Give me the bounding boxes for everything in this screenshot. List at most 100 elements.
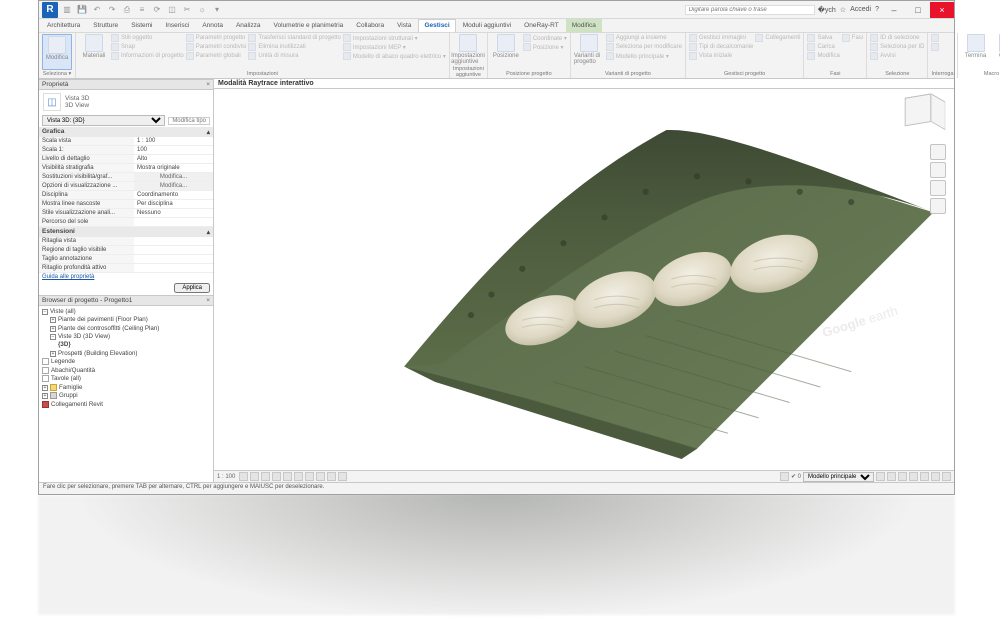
ribbon-item[interactable]: Impostazioni MEP ▾ <box>343 43 446 51</box>
ribbon-tab-strutture[interactable]: Strutture <box>87 19 124 32</box>
instance-filter-select[interactable]: Vista 3D: {3D} <box>42 115 165 126</box>
ribbon-item[interactable]: Gestisci immagini <box>689 34 753 42</box>
ribbon-item[interactable]: Vista iniziale <box>689 52 753 60</box>
property-section-header[interactable]: Grafica▴ <box>39 127 213 137</box>
ribbon-item[interactable]: Tipi di decalcomanie <box>689 43 753 51</box>
ribbon-tab-sistemi[interactable]: Sistemi <box>125 19 158 32</box>
qat-render-icon[interactable]: ☼ <box>196 4 208 16</box>
qat-3d-icon[interactable]: ◫ <box>166 4 178 16</box>
ribbon-item[interactable]: Coordinate ▾ <box>523 34 567 42</box>
apply-button[interactable]: Applica <box>174 283 210 293</box>
ribbon-item[interactable]: Snap <box>111 43 184 51</box>
ribbon-tab-gestisci[interactable]: Gestisci <box>418 19 455 32</box>
favorite-icon[interactable]: ☆ <box>840 6 846 14</box>
face-icon[interactable] <box>920 472 929 481</box>
ribbon-item[interactable]: Collegamenti <box>755 34 800 42</box>
design-option-select[interactable]: Modello principale <box>803 472 874 482</box>
ribbon-tab-moduli-aggiuntivi[interactable]: Moduli aggiuntivi <box>457 19 517 32</box>
tree-node[interactable]: Abachi/Quantità <box>42 367 210 376</box>
qat-print-icon[interactable]: ⎙ <box>121 4 133 16</box>
project-browser-tree[interactable]: −Viste (all)+Piante dei pavimenti (Floor… <box>39 306 213 482</box>
zoom-icon[interactable] <box>930 180 946 196</box>
ribbon-item[interactable]: ID di selezione <box>870 34 924 42</box>
ribbon-button[interactable]: Impostazioni aggiuntive <box>453 34 483 65</box>
reveal-hidden-icon[interactable] <box>338 472 347 481</box>
minimize-button[interactable]: – <box>882 2 906 18</box>
project-browser-header[interactable]: Browser di progetto - Progetto1 × <box>39 295 213 306</box>
tree-node[interactable]: Collegamenti Revit <box>42 401 210 410</box>
tree-node[interactable]: −Viste 3D (3D View) <box>42 333 210 341</box>
ribbon-button[interactable]: Modifica <box>42 34 72 70</box>
property-section-header[interactable]: Estensioni▴ <box>39 227 213 237</box>
ribbon-item[interactable]: Unità di misura <box>248 52 340 60</box>
ribbon-item[interactable]: Trasferisci standard di progetto <box>248 34 340 42</box>
lock-3d-icon[interactable] <box>316 472 325 481</box>
property-row[interactable]: DisciplinaCoordinamento <box>39 191 213 200</box>
qat-redo-icon[interactable]: ↷ <box>106 4 118 16</box>
crop-icon[interactable] <box>294 472 303 481</box>
shadows-icon[interactable] <box>272 472 281 481</box>
worksharing-icon[interactable] <box>942 472 951 481</box>
ribbon-tab-collabora[interactable]: Collabora <box>350 19 390 32</box>
ribbon-tab-analizza[interactable]: Analizza <box>230 19 267 32</box>
ribbon-item[interactable]: Seleziona per ID <box>870 43 924 51</box>
property-row[interactable]: Opzioni di visualizzazione ...Modifica..… <box>39 182 213 191</box>
property-row[interactable]: Scala 1:100 <box>39 146 213 155</box>
close-icon[interactable]: × <box>206 297 210 304</box>
ribbon-tab-oneray-rt[interactable]: OneRay-RT <box>518 19 565 32</box>
qat-section-icon[interactable]: ✂ <box>181 4 193 16</box>
pan-icon[interactable] <box>930 162 946 178</box>
property-row[interactable]: Livello di dettaglioAlto <box>39 155 213 164</box>
properties-help-link[interactable]: Guida alle proprietà <box>39 273 213 281</box>
edit-type-button[interactable]: Modifica tipo <box>168 117 210 125</box>
ribbon-item[interactable]: Informazioni di progetto <box>111 52 184 60</box>
ribbon-button[interactable]: Varianti di progetto <box>574 34 604 70</box>
property-row[interactable]: Scala vista1 : 100 <box>39 137 213 146</box>
tree-node[interactable]: Legende <box>42 358 210 367</box>
steering-wheel-icon[interactable] <box>930 144 946 160</box>
pinned-icon[interactable] <box>898 472 907 481</box>
property-row[interactable]: Ritaglia vista <box>39 237 213 246</box>
ribbon-item[interactable]: Modello principale ▾ <box>606 52 682 60</box>
close-icon[interactable]: × <box>206 81 210 88</box>
property-row[interactable]: Regione di taglio visibile <box>39 246 213 255</box>
view-cube[interactable] <box>904 95 946 137</box>
ribbon-button[interactable]: Posizione <box>491 34 521 70</box>
ribbon-item[interactable]: Modello di abaco quadro elettrico ▾ <box>343 52 446 60</box>
app-menu-button[interactable]: R <box>42 2 58 18</box>
property-row[interactable]: Ritaglio profondità attivo <box>39 264 213 273</box>
ribbon-tab-volumetrie-e-planimetria[interactable]: Volumetrie e planimetria <box>268 19 350 32</box>
property-row[interactable]: Percorso del sole <box>39 218 213 227</box>
filter-icon[interactable] <box>876 472 885 481</box>
subscription-icon[interactable]: �ych <box>818 6 836 14</box>
3d-canvas[interactable]: Google earth <box>214 89 954 470</box>
constraint-icon[interactable] <box>931 472 940 481</box>
qat-save-icon[interactable]: 💾 <box>76 4 88 16</box>
tree-node[interactable]: +Piante dei controsoffitti (Ceiling Plan… <box>42 325 210 333</box>
tree-node[interactable]: Tavole (all) <box>42 375 210 384</box>
signin-button[interactable]: Accedi <box>850 6 871 13</box>
ribbon-item[interactable]: Parametri globali <box>186 52 247 60</box>
property-row[interactable]: Sostituzioni visibilità/graf...Modifica.… <box>39 173 213 182</box>
ribbon-item[interactable]: Elimina inutilizzati <box>248 43 340 51</box>
tree-node[interactable]: +Famiglie <box>42 384 210 393</box>
qat-undo-icon[interactable]: ↶ <box>91 4 103 16</box>
qat-sync-icon[interactable]: ⟳ <box>151 4 163 16</box>
property-row[interactable]: Stile visualizzazione anali...Nessuno <box>39 209 213 218</box>
property-row[interactable]: Mostra linee nascostePer disciplina <box>39 200 213 209</box>
ribbon-item[interactable]: Posizione ▾ <box>523 43 567 51</box>
ribbon-tab-annota[interactable]: Annota <box>196 19 229 32</box>
ribbon-item[interactable]: Parametri condivisi <box>186 43 247 51</box>
ribbon-item[interactable]: Stili oggetto <box>111 34 184 42</box>
ribbon-tab-inserisci[interactable]: Inserisci <box>160 19 196 32</box>
qat-open-icon[interactable]: ▥ <box>61 4 73 16</box>
tree-node[interactable]: −Viste (all) <box>42 308 210 316</box>
ribbon-tab-modifica[interactable]: Modifica <box>566 19 602 32</box>
maximize-button[interactable]: □ <box>906 2 930 18</box>
view-scale[interactable]: 1 : 100 <box>217 474 235 480</box>
tree-node[interactable]: {3D} <box>42 341 210 349</box>
ribbon-item[interactable] <box>931 43 941 51</box>
detail-level-icon[interactable] <box>239 472 248 481</box>
temporary-hide-icon[interactable] <box>327 472 336 481</box>
ribbon-item[interactable]: Seleziona per modificare <box>606 43 682 51</box>
